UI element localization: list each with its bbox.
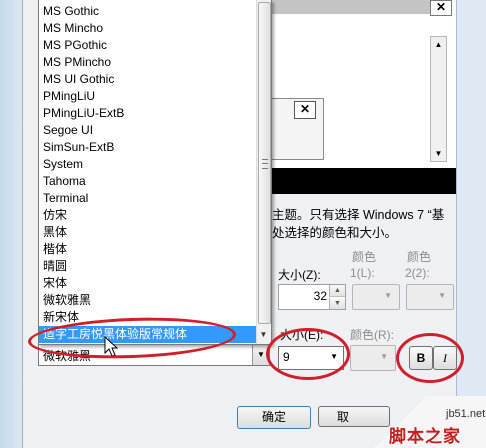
- preview-scroll-up-icon: ▲: [434, 40, 443, 49]
- scroll-down-icon[interactable]: ▼: [258, 328, 269, 342]
- scrollbar-thumb[interactable]: [258, 2, 271, 324]
- font-option[interactable]: 微软雅黑: [43, 292, 91, 309]
- font-color-label: 颜色(R):: [350, 328, 394, 342]
- preview-close-icon: ✕: [430, 0, 452, 16]
- font-option[interactable]: Segoe UI: [43, 122, 93, 139]
- color1-label: 1(L):: [350, 266, 375, 280]
- color1-picker[interactable]: ▼: [352, 284, 400, 310]
- annotation-ellipse-style: [396, 333, 464, 383]
- chevron-down-icon: ▼: [438, 291, 446, 300]
- font-option[interactable]: 晴圆: [43, 258, 67, 275]
- chevron-down-icon: ▼: [380, 352, 388, 361]
- chevron-down-icon: ▼: [384, 291, 392, 300]
- font-list-scrollbar[interactable]: ▼: [256, 0, 271, 344]
- font-option[interactable]: 仿宋: [43, 207, 67, 224]
- font-option[interactable]: MS PGothic: [43, 37, 107, 54]
- grip-icon: [262, 159, 268, 169]
- font-color-picker[interactable]: ▼: [350, 345, 396, 371]
- watermark-site: jb51.net: [446, 408, 486, 420]
- font-option[interactable]: PMingLiU-ExtB: [43, 105, 124, 122]
- dialog-frame-left: [0, 0, 23, 448]
- font-option[interactable]: MS PMincho: [43, 54, 111, 71]
- font-option[interactable]: 宋体: [43, 275, 67, 292]
- font-option[interactable]: Tahoma: [43, 173, 86, 190]
- font-dropdown-list[interactable]: MS Gothic MS Mincho MS PGothic MS PMinch…: [38, 0, 272, 345]
- annotation-ellipse-size: [266, 328, 350, 380]
- description-line-1: 主题。只有选择 Windows 7 “基: [272, 208, 445, 222]
- font-option[interactable]: MS Gothic: [43, 3, 99, 20]
- item-size-label: 大小(Z):: [278, 268, 321, 282]
- preview-area: [270, 0, 456, 194]
- item-size-value: 32: [313, 289, 327, 303]
- ok-button[interactable]: 确定: [237, 406, 311, 429]
- preview-taskbar: [270, 168, 456, 194]
- spin-down-icon[interactable]: ▼: [329, 298, 345, 309]
- font-option[interactable]: System: [43, 156, 83, 173]
- preview-scroll-down-icon: ▼: [434, 149, 443, 158]
- font-option[interactable]: PMingLiU: [43, 88, 95, 105]
- preview-scrollbar: ▲ ▼: [430, 36, 447, 162]
- font-option[interactable]: SimSun-ExtB: [43, 139, 114, 156]
- font-option[interactable]: 黑体: [43, 224, 67, 241]
- watermark-name: 脚本之家: [389, 427, 461, 447]
- color2-label-top: 颜色: [407, 250, 432, 264]
- font-option[interactable]: 楷体: [43, 241, 67, 258]
- font-option[interactable]: MS UI Gothic: [43, 71, 114, 88]
- spin-up-icon[interactable]: ▲: [329, 285, 345, 297]
- font-option[interactable]: Terminal: [43, 190, 88, 207]
- dialog-frame-right: [456, 0, 486, 448]
- color2-label: 2(2):: [405, 266, 430, 280]
- item-size-spinner[interactable]: 32 ▲ ▼: [278, 284, 346, 310]
- color2-picker[interactable]: ▼: [406, 284, 454, 310]
- preview-message-close-icon: ✕: [294, 101, 316, 119]
- font-option[interactable]: MS Mincho: [43, 20, 103, 37]
- preview-window-titlebar: [270, 0, 430, 14]
- description-line-2: 处选择的颜色和大小。: [272, 226, 398, 240]
- color1-label-top: 颜色: [352, 250, 377, 264]
